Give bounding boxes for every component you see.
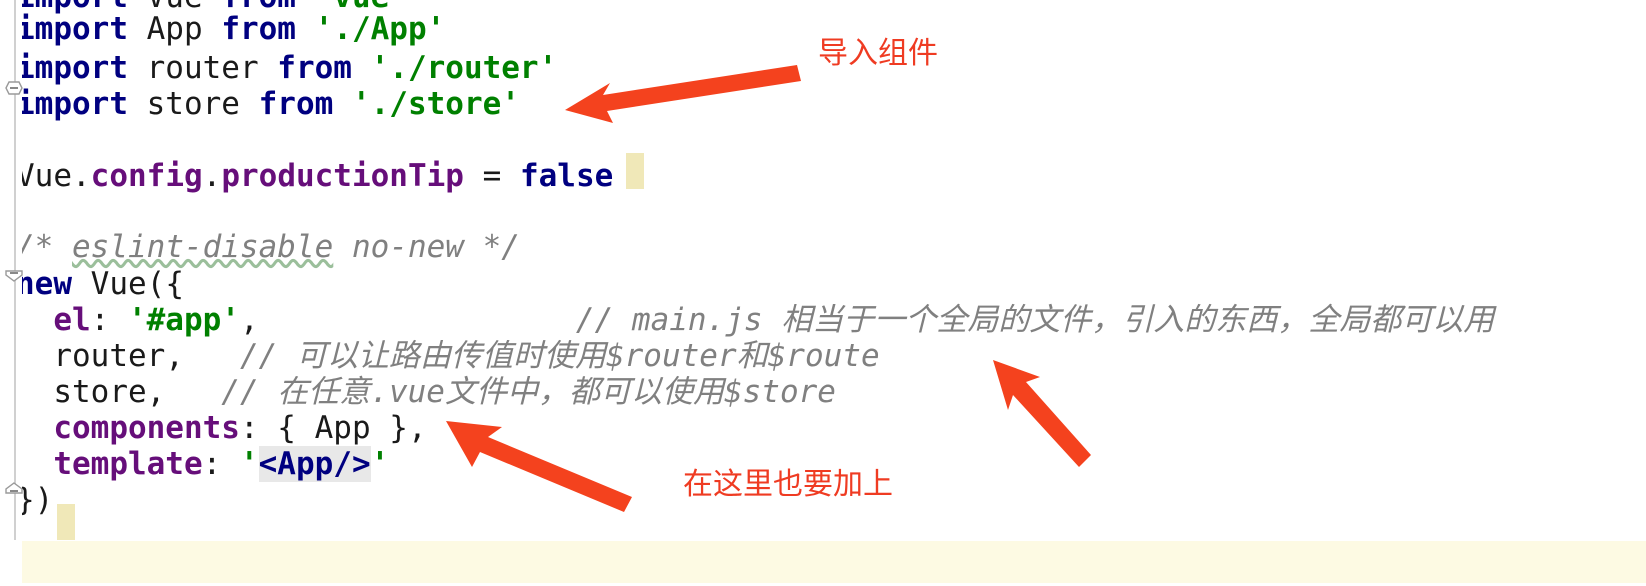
- code-token: import: [16, 11, 128, 47]
- code-token: 相当于一个全局的文件，引入的东西，全局都可以用: [781, 302, 1495, 338]
- code-token: no-new */: [333, 229, 520, 265]
- code-token: .: [72, 158, 91, 194]
- code-token: store: [127, 86, 259, 122]
- code-token: : { App },: [239, 410, 427, 446]
- code-line-new-vue[interactable]: new Vue({: [16, 265, 184, 304]
- code-token: 文件中，都可以使用: [444, 374, 724, 410]
- code-line-router[interactable]: router, // 可以让路由传值时使用$router和$route: [16, 337, 880, 376]
- code-token: $route: [767, 338, 880, 374]
- code-token: config: [90, 158, 203, 194]
- code-token: .: [202, 158, 222, 194]
- code-token: router,: [16, 338, 222, 374]
- code-editor-screenshot: import Vue from 'vue' import App from '.…: [0, 0, 1646, 586]
- code-line-el[interactable]: el: '#app', // main.js 相当于一个全局的文件，引入的东西，…: [16, 301, 1494, 340]
- fold-marker-new-vue[interactable]: [3, 262, 25, 284]
- code-line-import-app[interactable]: import App from './App': [16, 10, 445, 49]
- code-token: components: [53, 410, 240, 446]
- code-token: './App': [314, 11, 446, 47]
- code-token: //: [221, 338, 296, 374]
- code-token: =: [463, 158, 520, 194]
- code-token: ,: [239, 302, 259, 338]
- code-token: productionTip: [221, 158, 464, 194]
- code-token: from: [277, 50, 352, 86]
- code-token: ': [370, 446, 390, 482]
- code-token: :: [202, 446, 240, 482]
- code-token: Vue({: [72, 266, 184, 302]
- code-token: from: [258, 86, 334, 122]
- code-text-area[interactable]: import Vue from 'vue' import App from '.…: [0, 0, 1646, 540]
- annotation-add-here-too: 在这里也要加上: [683, 467, 893, 502]
- code-token: router: [127, 50, 278, 86]
- code-token: false: [519, 158, 614, 194]
- code-token: './store': [351, 86, 520, 122]
- code-token: import: [16, 86, 128, 122]
- code-token: './router': [370, 50, 558, 86]
- code-token: template: [53, 446, 203, 482]
- code-token: from: [221, 11, 296, 47]
- code-token: .vue: [370, 374, 445, 410]
- code-token: :: [90, 302, 128, 338]
- code-token: $router: [605, 338, 737, 374]
- fold-marker-close[interactable]: [3, 480, 25, 502]
- code-token: 可以让路由传值时使用: [295, 338, 606, 374]
- code-token: ': [239, 446, 259, 482]
- code-line-production-tip[interactable]: Vue.config.productionTip = false: [16, 157, 613, 196]
- code-token: Vue: [16, 158, 72, 194]
- code-token: import: [16, 50, 128, 86]
- current-line-highlight: [0, 541, 1646, 583]
- code-token: $store: [723, 374, 836, 410]
- code-token: '#app': [127, 302, 240, 338]
- code-token: eslint-disable: [72, 229, 334, 265]
- code-line-template[interactable]: template: '<App/>': [16, 445, 389, 484]
- code-token: store,: [16, 374, 203, 410]
- annotation-import-components: 导入组件: [818, 36, 938, 71]
- code-line-import-router[interactable]: import router from './router': [16, 49, 557, 88]
- code-line-store[interactable]: store, // 在任意.vue文件中，都可以使用$store: [16, 373, 836, 412]
- code-line-import-store[interactable]: import store from './store': [16, 85, 520, 124]
- code-token: <App/>: [258, 446, 371, 482]
- code-token: el: [53, 302, 91, 338]
- code-token: /*: [16, 229, 72, 265]
- code-token: //: [202, 374, 278, 410]
- code-line-eslint-disable[interactable]: /* eslint-disable no-new */: [16, 228, 520, 267]
- code-token: App: [127, 11, 222, 47]
- fold-marker-imports[interactable]: [3, 78, 25, 100]
- code-token: 和: [736, 338, 768, 374]
- code-line-components[interactable]: components: { App },: [16, 409, 427, 448]
- code-token: // main.js: [575, 302, 782, 338]
- code-token: 在任意: [277, 374, 371, 410]
